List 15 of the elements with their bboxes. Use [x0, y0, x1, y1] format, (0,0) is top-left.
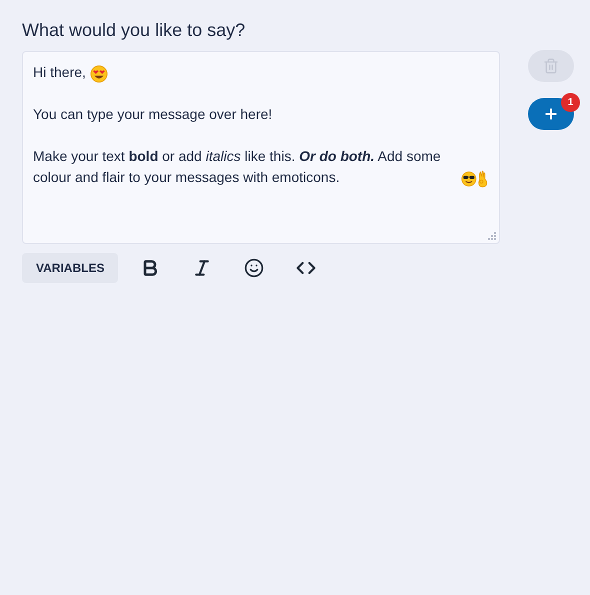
smiley-icon [244, 258, 264, 278]
add-button[interactable] [528, 98, 574, 130]
trash-icon [543, 58, 559, 74]
section-heading: What would you like to say? [22, 19, 246, 42]
resize-handle-icon[interactable] [488, 232, 496, 240]
message-paragraph: You can type your message over here! [33, 105, 272, 124]
notification-badge: 1 [561, 93, 580, 112]
message-paragraph: Hi there, [33, 63, 86, 82]
ok-hand-icon [476, 170, 489, 188]
heart-eyes-face-icon [90, 65, 108, 83]
message-field[interactable]: Hi there, You can type your message over here! Make your text bold or add italics like this. Or do both. Add some colour and flair to your messages with emoticons. [22, 51, 500, 244]
plus-icon [543, 106, 559, 122]
sunglasses-face-icon [461, 170, 477, 188]
message-paragraph: Make your text bold or add italics like this. Or do both. Add some colour and flair to your messages with emoticons. [33, 147, 442, 187]
variables-button[interactable]: VARIABLES [22, 253, 118, 283]
